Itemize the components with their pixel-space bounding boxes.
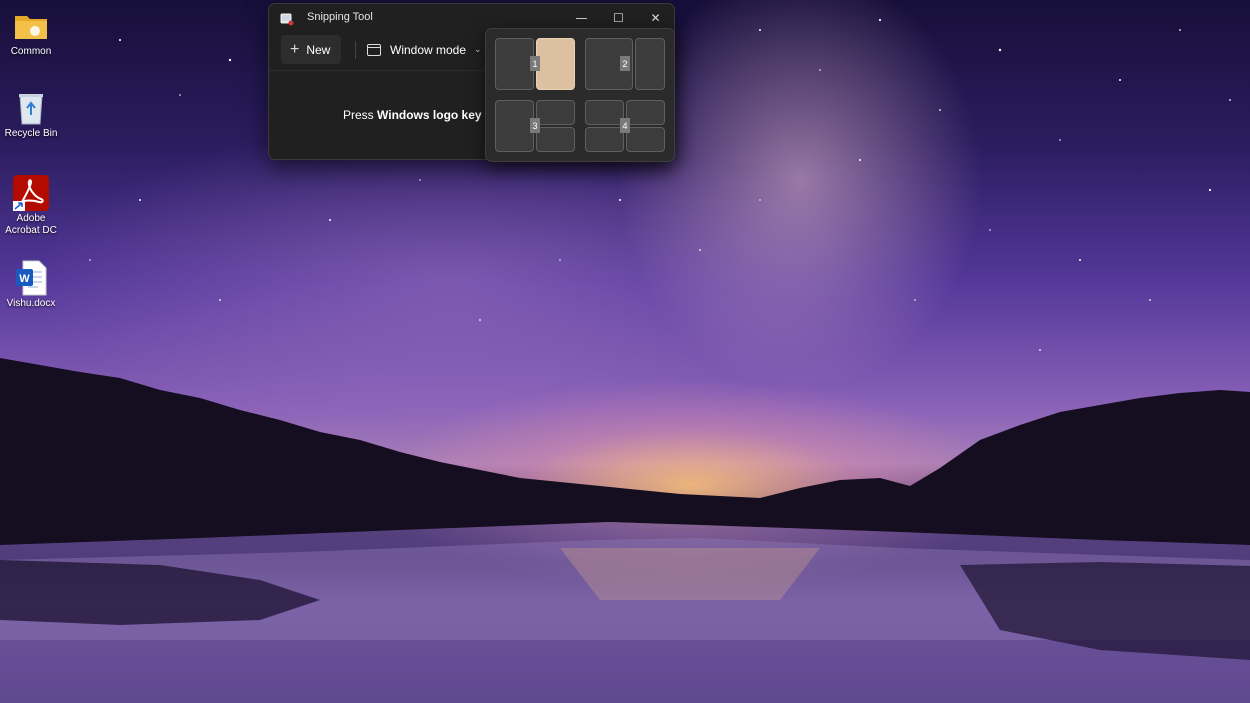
desktop-icon-label: Adobe Acrobat DC: [5, 213, 57, 236]
snip-mode-label: Window mode: [390, 42, 467, 57]
snap-layout-number: 2: [620, 56, 630, 71]
new-button-label: New: [306, 42, 331, 57]
snap-zone-right[interactable]: [635, 38, 665, 90]
desktop-icon-label: Common: [10, 46, 52, 57]
plus-icon: +: [290, 40, 300, 58]
hint-key: Windows logo key: [377, 108, 482, 122]
word-document-icon: W: [13, 260, 49, 296]
close-icon: ✕: [650, 11, 661, 25]
snip-mode-dropdown[interactable]: Window mode ⌄: [367, 35, 482, 64]
snap-zone-top-right[interactable]: [626, 100, 665, 125]
snap-layouts-flyout: 1 2 3 4: [485, 28, 675, 162]
snap-zone-right[interactable]: [536, 38, 575, 90]
snap-layout-halves: 1: [495, 38, 575, 90]
snap-layout-quarters: 4: [585, 100, 665, 152]
snap-zone-top-left[interactable]: [585, 100, 624, 125]
shortcut-hint: Press Windows logo key + S: [343, 108, 503, 122]
snap-zone-bottom-right[interactable]: [536, 127, 575, 152]
snap-layout-number: 4: [620, 118, 630, 133]
maximize-icon: ☐: [613, 11, 624, 25]
snap-layout-half-quarters: 3: [495, 100, 575, 152]
snap-zone-top-right[interactable]: [536, 100, 575, 125]
svg-text:W: W: [19, 273, 30, 285]
snap-zone-left[interactable]: [495, 100, 534, 152]
snap-zone-bottom-left[interactable]: [585, 127, 624, 152]
desktop-icon-common[interactable]: Common: [0, 8, 62, 58]
snap-layout-number: 3: [530, 118, 540, 133]
snap-layout-number: 1: [530, 56, 540, 71]
acrobat-icon: [13, 175, 49, 211]
minimize-icon: —: [575, 11, 588, 25]
window-mode-icon: [367, 43, 381, 56]
desktop-icon-label: Vishu.docx: [6, 298, 56, 309]
desktop-icon-label: Recycle Bin: [4, 128, 58, 139]
recycle-bin-icon: [13, 90, 49, 126]
window-title: Snipping Tool: [307, 11, 373, 23]
new-snip-button[interactable]: + New: [281, 35, 341, 64]
desktop-icon-vishu-docx[interactable]: W Vishu.docx: [0, 260, 62, 310]
snap-zone-left[interactable]: [495, 38, 534, 90]
hint-prefix: Press: [343, 108, 378, 122]
chevron-down-icon: ⌄: [474, 44, 482, 54]
toolbar-separator: [355, 41, 356, 59]
snipping-tool-icon: [280, 11, 294, 26]
desktop-icon-adobe-acrobat[interactable]: Adobe Acrobat DC: [0, 175, 62, 237]
desktop-icon-recycle-bin[interactable]: Recycle Bin: [0, 90, 62, 140]
snap-layout-two-thirds: 2: [585, 38, 665, 90]
snap-zone-bottom-right[interactable]: [626, 127, 665, 152]
folder-icon: [13, 8, 49, 44]
